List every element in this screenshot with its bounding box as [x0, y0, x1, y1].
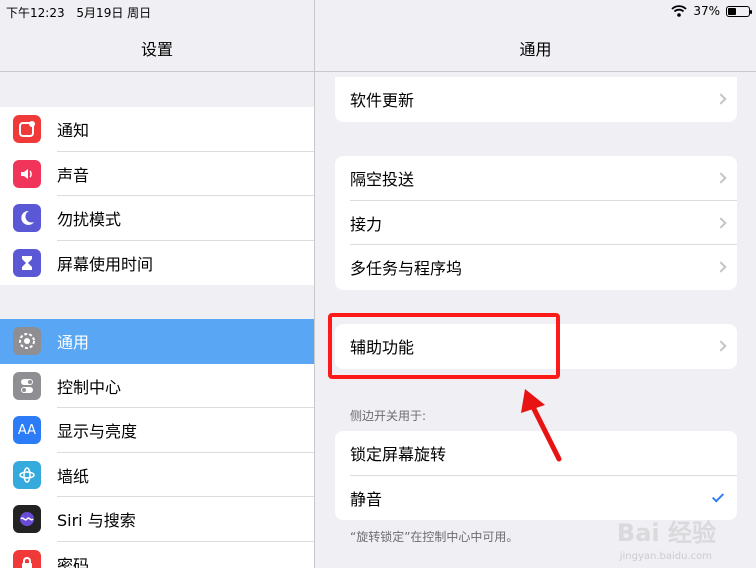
sidebar-item-siri-search[interactable]: Siri 与搜索 [0, 497, 314, 542]
wifi-icon [671, 5, 687, 17]
moon-icon [13, 204, 41, 233]
sidebar-item-label: 声音 [57, 165, 90, 185]
sidebar-item-label: 控制中心 [57, 377, 122, 397]
multitasking-label: 多任务与程序坞 [350, 259, 463, 279]
sidebar-item-label: Siri 与搜索 [57, 511, 136, 531]
watermark-logo: Bai 经验 [616, 519, 716, 547]
status-bar: 下午12:23 5月19日 周日 37% [0, 0, 756, 24]
display-icon: AA [13, 416, 41, 445]
sidebar-item-label: 通知 [57, 121, 90, 141]
annotation-highlight-box [328, 313, 560, 379]
status-time: 下午12:23 [6, 6, 65, 20]
sidebar-group-2: 通用 控制中心 AA 显示与亮度 墙纸 Siri 与搜索 密码 [0, 319, 314, 568]
toggles-icon [13, 371, 41, 400]
sidebar-item-do-not-disturb[interactable]: 勿扰模式 [0, 196, 314, 241]
lock-rotation-label: 锁定屏幕旋转 [350, 445, 447, 465]
sidebar-item-display-brightness[interactable]: AA 显示与亮度 [0, 408, 314, 453]
multitasking-row[interactable]: 多任务与程序坞 [335, 245, 737, 290]
sidebar-item-notifications[interactable]: 通知 [0, 107, 314, 152]
sidebar-item-label: 屏幕使用时间 [57, 254, 154, 274]
chevron-right-icon [715, 261, 727, 273]
checkmark-icon [711, 489, 725, 503]
software-update-row[interactable]: 软件更新 [335, 77, 737, 122]
battery-percent: 37% [693, 4, 720, 18]
lock-icon [13, 549, 41, 568]
settings-sidebar: 设置 通知 声音 勿扰模式 屏幕使用时间 通用 控制中心 AA 显示与亮度 墙纸… [0, 0, 314, 568]
sidebar-item-general[interactable]: 通用 [0, 319, 314, 364]
sidebar-item-label: 显示与亮度 [57, 422, 138, 442]
sidebar-item-label: 通用 [57, 333, 90, 353]
sidebar-item-sounds[interactable]: 声音 [0, 152, 314, 196]
gear-icon [13, 327, 41, 356]
detail-title: 通用 [519, 40, 552, 59]
chevron-right-icon [715, 340, 727, 352]
watermark-url: jingyan.baidu.com [619, 551, 712, 562]
chevron-right-icon [715, 172, 727, 184]
sidebar-group-1: 通知 声音 勿扰模式 屏幕使用时间 [0, 107, 314, 285]
chevron-right-icon [715, 217, 727, 229]
sidebar-item-label: 密码 [57, 555, 90, 568]
airdrop-row[interactable]: 隔空投送 [335, 156, 737, 201]
software-update-label: 软件更新 [350, 91, 415, 111]
status-date: 5月19日 周日 [76, 6, 152, 20]
annotation-arrow-icon [521, 389, 562, 462]
airdrop-label: 隔空投送 [350, 170, 415, 190]
sound-icon [13, 159, 41, 188]
sidebar-item-wallpaper[interactable]: 墙纸 [0, 453, 314, 497]
sidebar-item-label: 墙纸 [57, 466, 90, 486]
sidebar-header-divider [0, 71, 314, 72]
handoff-label: 接力 [350, 214, 383, 234]
hourglass-icon [13, 248, 41, 277]
card-airdrop-group: 隔空投送 接力 多任务与程序坞 [335, 156, 737, 290]
battery-icon [726, 5, 752, 17]
sidebar-item-control-center[interactable]: 控制中心 [0, 364, 314, 408]
notifications-icon [13, 115, 41, 144]
rotation-lock-footnote: “旋转锁定”在控制中心中可用。 [350, 530, 519, 544]
sidebar-item-passcode[interactable]: 密码 [0, 542, 314, 568]
general-detail-pane: 通用 软件更新 隔空投送 接力 多任务与程序坞 辅助功能 侧边开关用于: 锁定屏… [315, 0, 756, 568]
chevron-right-icon [715, 93, 727, 105]
handoff-row[interactable]: 接力 [335, 201, 737, 245]
sidebar-item-label: 勿扰模式 [57, 210, 122, 230]
card-software-update: 软件更新 [335, 77, 737, 122]
side-switch-header: 侧边开关用于: [350, 409, 427, 423]
siri-icon [13, 505, 41, 534]
flower-icon [13, 460, 41, 489]
mute-label: 静音 [350, 489, 383, 509]
sidebar-title: 设置 [140, 40, 173, 59]
detail-header-divider [315, 71, 756, 72]
sidebar-item-screen-time[interactable]: 屏幕使用时间 [0, 241, 314, 286]
